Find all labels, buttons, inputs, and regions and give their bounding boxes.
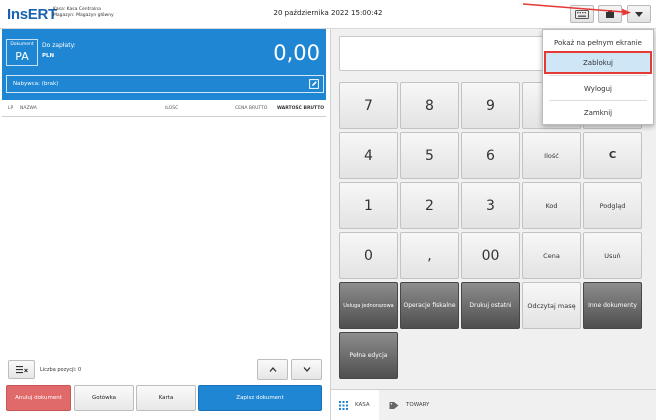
tab-towary-label: TOWARY xyxy=(406,402,430,408)
chevron-up-icon xyxy=(269,367,276,372)
scroll-down-button[interactable] xyxy=(291,359,322,380)
cash-drawer-icon xyxy=(606,10,614,18)
items-table-header: LP NAZWA ILOŚĆ CENA BRUTTO WARTOŚĆ BRUTT… xyxy=(2,100,326,117)
key-2[interactable]: 2 xyxy=(400,182,459,229)
buyer-text: Nabywca: (brak) xyxy=(13,81,59,87)
document-type-code: PA xyxy=(15,50,29,63)
save-document-button[interactable]: Zapisz dokument xyxy=(198,385,322,411)
tab-towary[interactable]: TOWARY xyxy=(389,390,449,420)
key-preview[interactable]: Podgląd xyxy=(583,182,642,229)
key-00[interactable]: 00 xyxy=(461,232,520,279)
items-list xyxy=(2,118,326,356)
cash-button[interactable]: Gotówka xyxy=(74,385,134,411)
column-name: NAZWA xyxy=(20,106,37,111)
list-clear-icon xyxy=(15,366,28,374)
key-4[interactable]: 4 xyxy=(339,132,398,179)
one-time-service-button[interactable]: Usługa jednorazowa xyxy=(339,282,398,329)
key-delete[interactable]: Usuń xyxy=(583,232,642,279)
column-lp: LP xyxy=(8,106,14,111)
read-weight-button[interactable]: Odczytaj masę xyxy=(522,282,581,329)
key-quantity[interactable]: Ilość xyxy=(522,132,581,179)
keyboard-button[interactable] xyxy=(570,5,594,23)
amount-to-pay: 0,00 xyxy=(273,41,320,65)
key-6[interactable]: 6 xyxy=(461,132,520,179)
key-8[interactable]: 8 xyxy=(400,82,459,129)
key-comma[interactable]: , xyxy=(400,232,459,279)
document-type-box[interactable]: Dokument PA xyxy=(6,39,38,66)
document-type-label: Dokument xyxy=(10,42,34,47)
datetime-display: 20 października 2022 15:00:42 xyxy=(273,9,383,17)
grid-icon xyxy=(339,400,348,410)
print-last-button[interactable]: Drukuj ostatni xyxy=(461,282,520,329)
tab-kasa[interactable]: KASA xyxy=(331,390,379,420)
positions-count: Liczba pozycji: 0 xyxy=(40,367,82,373)
menu-dropdown-button[interactable] xyxy=(627,5,651,23)
other-documents-button[interactable]: Inne dokumenty xyxy=(583,282,642,329)
key-9[interactable]: 9 xyxy=(461,82,520,129)
key-clear[interactable]: C xyxy=(583,132,642,179)
column-gross-price: CENA BRUTTO xyxy=(235,106,268,111)
key-0[interactable]: 0 xyxy=(339,232,398,279)
bottom-bar: Liczba pozycji: 0 Anuluj dokument Gotówk… xyxy=(2,357,326,420)
buyer-field[interactable]: Nabywca: (brak) xyxy=(6,75,324,93)
column-gross-value: WARTOŚĆ BRUTTO xyxy=(277,106,325,111)
menu-item-lock[interactable]: Zablokuj xyxy=(544,51,652,74)
cancel-document-button[interactable]: Anuluj dokument xyxy=(6,385,71,411)
menu-item-close[interactable]: Zamknij xyxy=(544,101,652,124)
column-quantity: ILOŚĆ xyxy=(165,106,179,111)
menu-item-logout[interactable]: Wyloguj xyxy=(544,77,652,100)
full-edit-button[interactable]: Pełna edycja xyxy=(339,332,398,379)
card-button[interactable]: Karta xyxy=(136,385,196,411)
to-pay-label: Do zapłaty: xyxy=(42,42,76,49)
currency-label: PLN xyxy=(42,53,55,59)
key-7[interactable]: 7 xyxy=(339,82,398,129)
key-price[interactable]: Cena xyxy=(522,232,581,279)
key-1[interactable]: 1 xyxy=(339,182,398,229)
list-options-button[interactable] xyxy=(8,360,35,379)
key-3[interactable]: 3 xyxy=(461,182,520,229)
bottom-tabs: KASA TOWARY xyxy=(331,389,656,420)
key-5[interactable]: 5 xyxy=(400,132,459,179)
chevron-down-icon xyxy=(303,367,310,372)
options-menu: Pokaż na pełnym ekranie Zablokuj Wyloguj… xyxy=(542,29,654,125)
edit-icon[interactable] xyxy=(309,79,319,89)
chevron-down-icon xyxy=(635,11,643,17)
cash-drawer-button[interactable] xyxy=(598,5,622,23)
keyboard-icon xyxy=(575,9,589,19)
tab-kasa-label: KASA xyxy=(355,402,370,408)
key-code[interactable]: Kod xyxy=(522,182,581,229)
top-bar: InsERT Kasa: Kasa Centralna Magazyn: Mag… xyxy=(0,0,656,29)
document-header: Dokument PA Do zapłaty: PLN 0,00 Nabywca… xyxy=(2,29,326,100)
tag-icon xyxy=(389,401,399,410)
menu-divider xyxy=(549,75,647,76)
scroll-up-button[interactable] xyxy=(257,359,288,380)
fiscal-operations-button[interactable]: Operacje fiskalne xyxy=(400,282,459,329)
